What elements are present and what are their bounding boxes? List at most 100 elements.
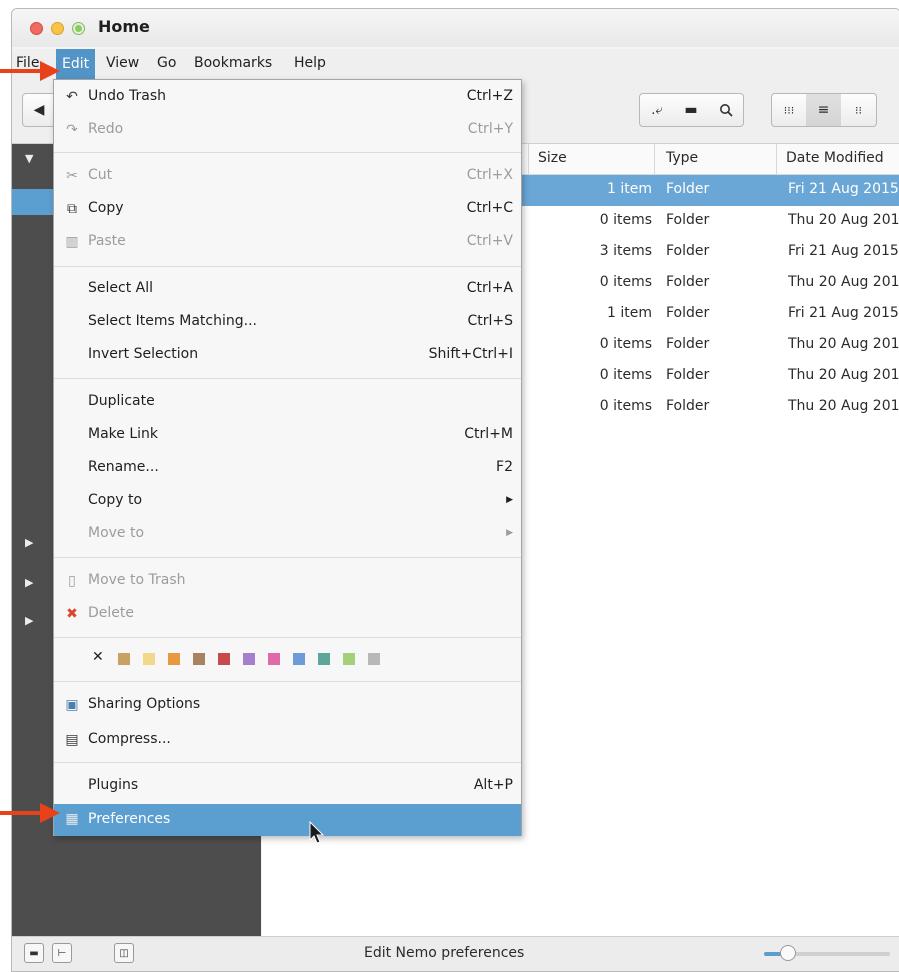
- remove-tag-icon[interactable]: ✕: [92, 649, 104, 665]
- tag-color-swatch[interactable]: [368, 653, 380, 665]
- folder-icon: ▬: [29, 947, 39, 959]
- tag-color-swatch[interactable]: [118, 653, 130, 665]
- menu-item-label: Move to: [88, 525, 145, 541]
- menu-separator: [54, 557, 521, 558]
- menu-separator: [54, 681, 521, 682]
- preferences-icon: ▦: [65, 811, 79, 827]
- menu-view[interactable]: View: [106, 55, 139, 71]
- menu-item-label: Redo: [88, 121, 124, 137]
- menu-item-label: Plugins: [88, 777, 139, 793]
- collapse-arrow-icon[interactable]: ▶: [25, 614, 33, 627]
- menu-item-shortcut: Ctrl+Z: [466, 88, 513, 104]
- scissors-icon: ✂: [66, 168, 78, 184]
- cell-size: 0 items: [599, 336, 652, 352]
- mouse-cursor-icon: [309, 821, 325, 844]
- tag-color-swatch[interactable]: [243, 653, 255, 665]
- tag-color-swatch[interactable]: [218, 653, 230, 665]
- menu-item-sharing-options[interactable]: ▣ Sharing Options: [54, 690, 521, 720]
- menu-item-label: Move to Trash: [88, 572, 186, 588]
- search-button[interactable]: [708, 93, 744, 127]
- menu-separator: [54, 152, 521, 153]
- annotation-arrow: [0, 803, 60, 823]
- compact-view-icon: ⁝⁝: [855, 103, 862, 117]
- list-view-button[interactable]: ≡: [806, 93, 842, 127]
- column-header-date[interactable]: Date Modified: [786, 150, 884, 166]
- submenu-arrow-icon: ▶: [506, 495, 513, 505]
- menu-go[interactable]: Go: [157, 55, 176, 71]
- show-tree-button[interactable]: ⊢: [52, 943, 72, 963]
- sidebar-icon: ◫: [119, 947, 129, 959]
- menu-bookmarks[interactable]: Bookmarks: [194, 55, 272, 71]
- tag-color-swatch[interactable]: [268, 653, 280, 665]
- tag-color-swatch[interactable]: [193, 653, 205, 665]
- menu-item-cut[interactable]: ✂ Cut Ctrl+X: [54, 161, 521, 191]
- menu-item-make-link[interactable]: Make Link Ctrl+M: [54, 420, 521, 450]
- menu-item-shortcut: F2: [496, 459, 513, 475]
- close-window-button[interactable]: [30, 22, 43, 35]
- zoom-slider-handle[interactable]: [780, 945, 796, 961]
- menu-item-shortcut: Ctrl+A: [466, 280, 513, 296]
- column-header-size[interactable]: Size: [538, 150, 567, 166]
- menu-item-select-all[interactable]: Select All Ctrl+A: [54, 274, 521, 304]
- cell-type: Folder: [666, 274, 710, 290]
- menu-item-delete[interactable]: ✖ Delete: [54, 599, 521, 629]
- menu-item-label: Select Items Matching...: [88, 313, 257, 329]
- menu-item-move-to[interactable]: Move to ▶: [54, 519, 521, 549]
- column-header-type[interactable]: Type: [666, 150, 698, 166]
- collapse-arrow-icon[interactable]: ▶: [25, 536, 33, 549]
- menu-item-copy-to[interactable]: Copy to ▶: [54, 486, 521, 516]
- menu-item-rename[interactable]: Rename... F2: [54, 453, 521, 483]
- menu-help[interactable]: Help: [294, 55, 326, 71]
- tag-color-swatch[interactable]: [343, 653, 355, 665]
- menu-item-invert-selection[interactable]: Invert Selection Shift+Ctrl+I: [54, 340, 521, 370]
- tag-color-swatch[interactable]: [293, 653, 305, 665]
- status-bar: ▬ ⊢ ◫ Edit Nemo preferences: [12, 936, 899, 971]
- menu-item-copy[interactable]: ⧉ Copy Ctrl+C: [54, 194, 521, 224]
- tag-color-swatch[interactable]: [168, 653, 180, 665]
- cell-type: Folder: [666, 336, 710, 352]
- cell-type: Folder: [666, 398, 710, 414]
- cell-date-modified: Fri 21 Aug 2015: [788, 181, 899, 197]
- cell-size: 3 items: [599, 243, 652, 259]
- collapse-arrow-icon[interactable]: ▶: [25, 576, 33, 589]
- icon-view-button[interactable]: ⁝⁝⁝: [771, 93, 807, 127]
- show-places-button[interactable]: ▬: [24, 943, 44, 963]
- menu-item-shortcut: Alt+P: [473, 777, 513, 793]
- cell-size: 0 items: [599, 367, 652, 383]
- search-icon: [719, 104, 733, 117]
- menu-item-plugins[interactable]: Plugins Alt+P: [54, 771, 521, 801]
- maximize-window-button[interactable]: [72, 22, 85, 35]
- hide-sidebar-button[interactable]: ◫: [114, 943, 134, 963]
- menu-item-label: Sharing Options: [88, 696, 201, 712]
- menu-item-compress[interactable]: ▤ Compress...: [54, 725, 521, 755]
- menu-item-select-items-matching[interactable]: Select Items Matching... Ctrl+S: [54, 307, 521, 337]
- cell-type: Folder: [666, 212, 710, 228]
- tag-color-swatch[interactable]: [318, 653, 330, 665]
- menu-item-paste[interactable]: ▥ Paste Ctrl+V: [54, 227, 521, 257]
- menu-item-redo[interactable]: ↷ Redo Ctrl+Y: [54, 115, 521, 145]
- menu-item-undo-trash[interactable]: ↶ Undo Trash Ctrl+Z: [54, 82, 521, 112]
- cell-date-modified: Thu 20 Aug 2015: [788, 212, 899, 228]
- title-bar: Home: [12, 9, 899, 47]
- menu-item-label: Paste: [88, 233, 126, 249]
- open-terminal-button[interactable]: .⤶: [639, 93, 675, 127]
- back-button[interactable]: ◀: [22, 93, 56, 127]
- minimize-window-button[interactable]: [51, 22, 64, 35]
- compact-view-button[interactable]: ⁝⁝: [841, 93, 877, 127]
- status-text: Edit Nemo preferences: [364, 945, 525, 961]
- expand-arrow-icon[interactable]: ▼: [25, 152, 33, 165]
- open-terminal-icon: .⤶: [651, 102, 663, 118]
- submenu-arrow-icon: ▶: [506, 528, 513, 538]
- tag-color-swatch[interactable]: [143, 653, 155, 665]
- menu-item-duplicate[interactable]: Duplicate: [54, 387, 521, 417]
- menu-item-move-to-trash[interactable]: ▯ Move to Trash: [54, 566, 521, 596]
- cell-type: Folder: [666, 367, 710, 383]
- menu-item-preferences[interactable]: ▦ Preferences: [54, 804, 521, 836]
- menu-item-shortcut: Ctrl+V: [466, 233, 513, 249]
- menu-item-label: Cut: [88, 167, 113, 183]
- undo-icon: ↶: [66, 89, 78, 105]
- new-folder-button[interactable]: ▬: [674, 93, 709, 127]
- tree-icon: ⊢: [57, 947, 67, 959]
- menu-item-shortcut: Ctrl+M: [464, 426, 513, 442]
- menu-item-shortcut: Ctrl+X: [466, 167, 513, 183]
